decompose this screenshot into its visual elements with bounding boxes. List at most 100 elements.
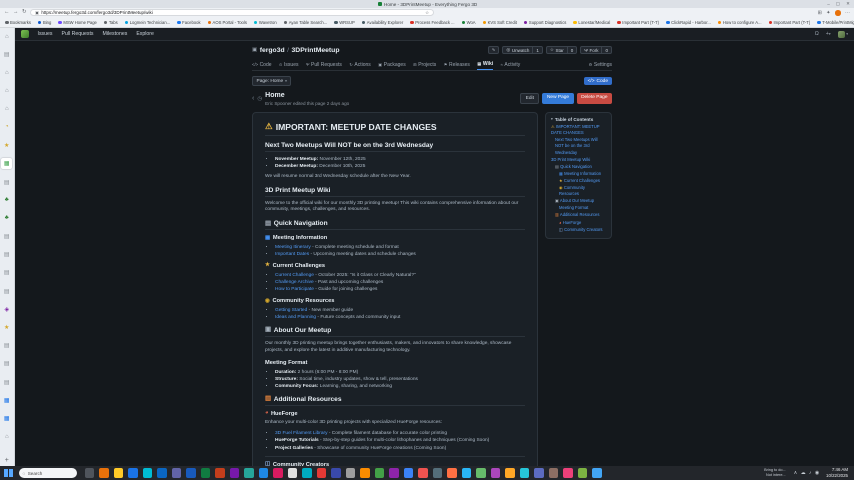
toc-link[interactable]: Next Two Meetups Will NOT be on the 3rd … xyxy=(555,137,598,154)
tab-settings[interactable]: ⚙Settings xyxy=(589,62,612,71)
tab-wiki[interactable]: ▤Wiki xyxy=(477,61,493,71)
star-count[interactable]: 0 xyxy=(567,47,577,54)
wiki-link[interactable]: 3D Fuel Filament Library xyxy=(275,431,328,436)
page-selector-dropdown[interactable]: Page: Home ▾ xyxy=(252,76,291,86)
bookmark-item[interactable]: Ayan Table Search... xyxy=(284,20,328,25)
toc-link[interactable]: Additional Resources xyxy=(559,212,600,217)
taskbar-app-icon[interactable] xyxy=(375,468,385,478)
revisions-clock-icon[interactable]: ◷ xyxy=(257,96,262,102)
vertical-tab-favicon[interactable]: ★ xyxy=(1,140,12,151)
wiki-link[interactable]: Challenge Archive xyxy=(275,280,314,285)
bookmark-item[interactable]: KVS Soft Credit xyxy=(483,20,517,25)
toc-collapse-caret[interactable]: ▾ xyxy=(551,117,553,121)
bookmark-item[interactable]: Lonestar/Medical xyxy=(573,20,610,25)
vertical-tab-favicon[interactable]: ▤ xyxy=(1,249,12,260)
vertical-tab-favicon[interactable]: ◔ xyxy=(1,122,12,133)
taskbar-app-icon[interactable] xyxy=(143,468,153,478)
vertical-tab-favicon[interactable]: ⌂ xyxy=(1,86,12,97)
bookmark-item[interactable]: AOS Portal - Tools xyxy=(208,20,247,25)
vertical-tab-favicon[interactable]: ▦ xyxy=(1,395,12,406)
taskbar-app-icon[interactable] xyxy=(447,468,457,478)
bookmark-item[interactable]: Important Part (T-T) xyxy=(617,20,659,25)
taskbar-app-icon[interactable] xyxy=(360,468,370,478)
tray-icon[interactable]: ☁ xyxy=(801,471,806,476)
vertical-tab-favicon[interactable]: ▤ xyxy=(1,267,12,278)
taskbar-app-icon[interactable] xyxy=(520,468,530,478)
toc-link[interactable]: Meeting Information xyxy=(563,171,601,176)
taskbar-app-icon[interactable] xyxy=(476,468,486,478)
toc-link[interactable]: IMPORTANT: MEETUP DATE CHANGES xyxy=(551,124,599,135)
bookmark-item[interactable]: WoA xyxy=(462,20,476,25)
bookmark-item[interactable]: Important Part (T-T) xyxy=(769,20,811,25)
site-nav-item-pull-requests[interactable]: Pull Requests xyxy=(62,31,94,37)
tab-projects[interactable]: ⊞Projects xyxy=(413,62,436,71)
star-button[interactable]: ☆Star0 xyxy=(546,46,577,55)
wiki-link[interactable]: Important Dates xyxy=(275,252,309,257)
address-bar[interactable]: ▣ https://meetup.fergo3d.com/fergo3d/3DP… xyxy=(30,9,434,16)
bookmark-item[interactable]: Bing xyxy=(38,20,51,25)
new-page-button[interactable]: New Page xyxy=(542,93,573,104)
vertical-tab-favicon[interactable]: ♣ xyxy=(1,195,12,206)
vertical-tab-favicon[interactable]: ▤ xyxy=(1,340,12,351)
bookmark-item[interactable]: MSW Home Page xyxy=(58,20,97,25)
delete-page-button[interactable]: Delete Page xyxy=(577,93,612,104)
taskbar-app-icon[interactable] xyxy=(230,468,240,478)
taskbar-app-icon[interactable] xyxy=(418,468,428,478)
back-to-pages-icon[interactable]: ‹ xyxy=(252,95,254,102)
taskbar-app-icon[interactable] xyxy=(259,468,269,478)
vertical-tab-favicon[interactable]: ⌂ xyxy=(1,31,12,42)
taskbar-app-icon[interactable] xyxy=(505,468,515,478)
vertical-tab-favicon[interactable]: ★ xyxy=(1,322,12,333)
bookmark-item[interactable]: Process Feedback ... xyxy=(410,20,454,25)
site-nav-item-explore[interactable]: Explore xyxy=(136,31,154,37)
vertical-tab-favicon[interactable]: ⌂ xyxy=(1,431,12,442)
taskbar-app-icon[interactable] xyxy=(114,468,124,478)
tray-icon[interactable]: ♪ xyxy=(809,471,811,476)
taskbar-app-icon[interactable] xyxy=(99,468,109,478)
close-button[interactable]: ✕ xyxy=(846,1,850,7)
toc-link[interactable]: Community Creators xyxy=(563,227,603,232)
vertical-tab-favicon[interactable]: ▤ xyxy=(1,231,12,242)
taskbar-app-icon[interactable] xyxy=(331,468,341,478)
tab-issues[interactable]: ⊙Issues xyxy=(279,62,298,71)
taskbar-app-icon[interactable] xyxy=(186,468,196,478)
browser-profile-avatar[interactable] xyxy=(835,10,841,16)
taskbar-app-icon[interactable] xyxy=(563,468,573,478)
taskbar-app-icon[interactable] xyxy=(578,468,588,478)
forward-icon[interactable]: → xyxy=(13,10,19,16)
taskbar-app-icon[interactable] xyxy=(433,468,443,478)
taskbar-app-icon[interactable] xyxy=(288,468,298,478)
repo-name-link[interactable]: 3DPrintMeetup xyxy=(292,47,340,54)
edit-page-button[interactable]: Edit xyxy=(520,93,539,104)
bookmark-item[interactable]: Tabs xyxy=(104,20,118,25)
site-logo[interactable] xyxy=(21,30,29,38)
bookmark-item[interactable]: Wavetron xyxy=(254,20,277,25)
wiki-link[interactable]: Current Challenge xyxy=(275,273,314,278)
taskbar-app-icon[interactable] xyxy=(302,468,312,478)
bookmark-item[interactable]: T-Mobile/PrintMigh... xyxy=(817,20,854,25)
taskbar-app-icon[interactable] xyxy=(244,468,254,478)
taskbar-clock[interactable]: 7:46 AM 10/22/2025 xyxy=(826,467,848,478)
taskbar-app-icon[interactable] xyxy=(201,468,211,478)
menu-icon[interactable]: ⋯ xyxy=(845,10,850,16)
fork-count[interactable]: 0 xyxy=(601,47,611,54)
collections-icon[interactable]: ⊞ xyxy=(818,10,822,16)
toc-link[interactable]: Quick Navigation xyxy=(559,164,592,169)
vertical-tab-favicon[interactable]: ▤ xyxy=(1,358,12,369)
start-button[interactable] xyxy=(4,469,13,478)
back-icon[interactable]: ← xyxy=(4,10,10,16)
vertical-tab-favicon[interactable]: ▤ xyxy=(1,286,12,297)
bookmark-item[interactable]: WRSUP xyxy=(334,20,355,25)
toc-link[interactable]: Community Resources xyxy=(559,185,585,196)
taskbar-app-icon[interactable] xyxy=(215,468,225,478)
taskbar-app-icon[interactable] xyxy=(157,468,167,478)
vertical-tab-favicon[interactable]: ♣ xyxy=(1,213,12,224)
taskbar-app-icon[interactable] xyxy=(592,468,602,478)
extensions-icon[interactable]: ✦ xyxy=(826,10,830,16)
wiki-link[interactable]: Meeting Itinerary xyxy=(275,245,311,250)
vertical-tab-favicon[interactable]: ▤ xyxy=(1,177,12,188)
taskbar-app-icon[interactable] xyxy=(534,468,544,478)
toc-link[interactable]: 3D Print Meetup Wiki xyxy=(551,157,590,162)
vertical-tab-favicon[interactable]: ▦ xyxy=(1,158,12,169)
notifications-bell-icon[interactable]: Ω xyxy=(815,31,819,37)
